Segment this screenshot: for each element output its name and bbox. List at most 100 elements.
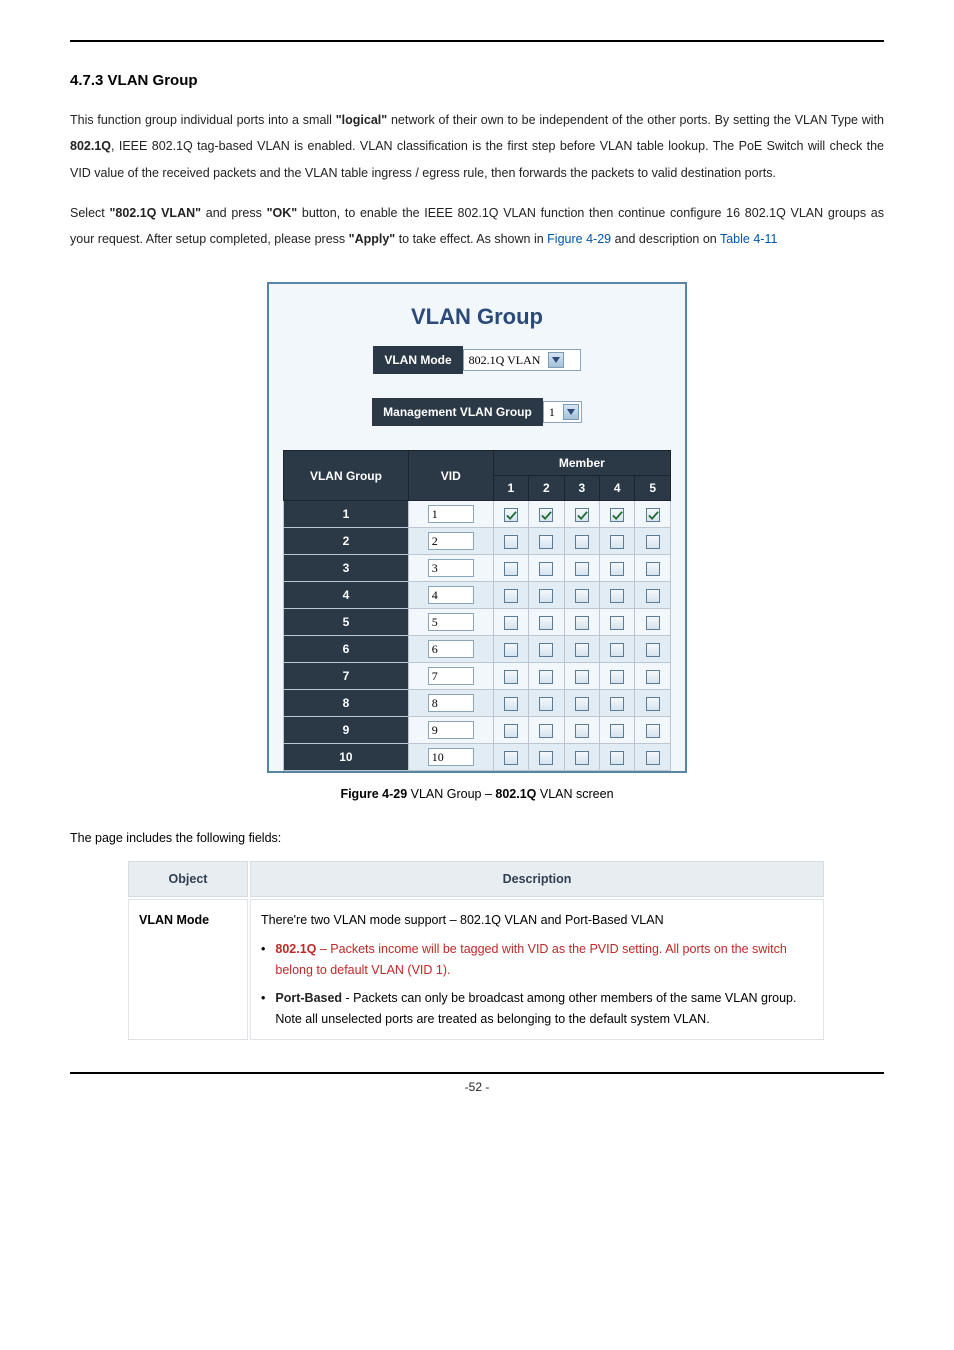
col-vlan-group: VLAN Group [284, 451, 409, 501]
fields-head-desc: Description [250, 861, 824, 897]
member-checkbox[interactable] [539, 508, 553, 522]
member-cell [493, 690, 528, 717]
member-cell [529, 717, 564, 744]
member-checkbox[interactable] [646, 616, 660, 630]
vid-input[interactable] [428, 532, 474, 550]
member-checkbox[interactable] [575, 670, 589, 684]
member-checkbox[interactable] [646, 589, 660, 603]
vid-input[interactable] [428, 694, 474, 712]
member-checkbox[interactable] [539, 616, 553, 630]
chevron-down-icon[interactable] [563, 404, 579, 420]
col-member: Member [493, 451, 670, 476]
member-checkbox[interactable] [575, 724, 589, 738]
vid-input[interactable] [428, 721, 474, 739]
member-cell [529, 663, 564, 690]
member-checkbox[interactable] [504, 535, 518, 549]
table-row: 3 [284, 555, 671, 582]
vlan-member-table: VLAN Group VID Member 12345 12345678910 [283, 450, 671, 771]
member-checkbox[interactable] [504, 508, 518, 522]
row-vid-cell [408, 555, 493, 582]
member-checkbox[interactable] [610, 508, 624, 522]
member-checkbox[interactable] [646, 751, 660, 765]
member-checkbox[interactable] [610, 751, 624, 765]
member-checkbox[interactable] [539, 589, 553, 603]
member-checkbox[interactable] [504, 751, 518, 765]
table-row: 5 [284, 609, 671, 636]
row-group-cell: 9 [284, 717, 409, 744]
member-checkbox[interactable] [646, 643, 660, 657]
table-row: 6 [284, 636, 671, 663]
member-checkbox[interactable] [610, 535, 624, 549]
member-checkbox[interactable] [504, 616, 518, 630]
member-checkbox[interactable] [575, 697, 589, 711]
member-checkbox[interactable] [646, 670, 660, 684]
member-checkbox[interactable] [610, 670, 624, 684]
member-checkbox[interactable] [575, 643, 589, 657]
member-checkbox[interactable] [610, 616, 624, 630]
vid-input[interactable] [428, 586, 474, 604]
row-group-cell: 10 [284, 744, 409, 771]
member-checkbox[interactable] [539, 562, 553, 576]
member-cell [635, 663, 671, 690]
member-checkbox[interactable] [504, 562, 518, 576]
vlan-mode-label: VLAN Mode [373, 346, 462, 374]
bullet2-rest: - Packets can only be broadcast among ot… [275, 991, 796, 1026]
member-checkbox[interactable] [575, 508, 589, 522]
member-checkbox[interactable] [646, 535, 660, 549]
vid-input[interactable] [428, 505, 474, 523]
member-cell [635, 528, 671, 555]
member-cell [529, 636, 564, 663]
figure-link[interactable]: Figure 4-29 [547, 232, 611, 246]
member-checkbox[interactable] [504, 670, 518, 684]
member-checkbox[interactable] [504, 724, 518, 738]
member-checkbox[interactable] [504, 697, 518, 711]
table-row: 8 [284, 690, 671, 717]
vid-input[interactable] [428, 640, 474, 658]
member-checkbox[interactable] [610, 724, 624, 738]
vid-input[interactable] [428, 559, 474, 577]
member-checkbox[interactable] [610, 643, 624, 657]
table-link[interactable]: Table 4-11 [720, 232, 777, 246]
table-row: 2 [284, 528, 671, 555]
member-checkbox[interactable] [610, 697, 624, 711]
vid-input[interactable] [428, 613, 474, 631]
member-cell [600, 528, 635, 555]
member-checkbox[interactable] [504, 589, 518, 603]
mgmt-vlan-select[interactable]: 1 [543, 401, 582, 423]
member-checkbox[interactable] [539, 751, 553, 765]
member-checkbox[interactable] [504, 643, 518, 657]
member-checkbox[interactable] [539, 535, 553, 549]
member-checkbox[interactable] [539, 724, 553, 738]
member-checkbox[interactable] [646, 508, 660, 522]
vid-input[interactable] [428, 748, 474, 766]
member-cell [600, 609, 635, 636]
p1-8021q: 802.1Q [70, 139, 111, 153]
row-group-cell: 6 [284, 636, 409, 663]
member-checkbox[interactable] [539, 697, 553, 711]
member-cell [529, 609, 564, 636]
vid-input[interactable] [428, 667, 474, 685]
member-checkbox[interactable] [575, 562, 589, 576]
member-checkbox[interactable] [646, 562, 660, 576]
member-checkbox[interactable] [575, 751, 589, 765]
member-cell [564, 555, 599, 582]
member-checkbox[interactable] [575, 589, 589, 603]
member-checkbox[interactable] [539, 670, 553, 684]
row-vid-cell [408, 609, 493, 636]
member-checkbox[interactable] [575, 535, 589, 549]
mgmt-vlan-row: Management VLAN Group 1 [283, 398, 671, 426]
member-checkbox[interactable] [646, 697, 660, 711]
member-checkbox[interactable] [539, 643, 553, 657]
member-checkbox[interactable] [575, 616, 589, 630]
member-cell [635, 582, 671, 609]
member-cell [635, 501, 671, 528]
member-checkbox[interactable] [610, 562, 624, 576]
member-checkbox[interactable] [610, 589, 624, 603]
chevron-down-icon[interactable] [548, 352, 564, 368]
member-cell [600, 717, 635, 744]
member-cell [600, 636, 635, 663]
vlan-mode-select[interactable]: 802.1Q VLAN [463, 349, 581, 371]
fig-suffix: VLAN screen [536, 787, 613, 801]
member-checkbox[interactable] [646, 724, 660, 738]
p1-logical: "logical" [336, 113, 391, 127]
